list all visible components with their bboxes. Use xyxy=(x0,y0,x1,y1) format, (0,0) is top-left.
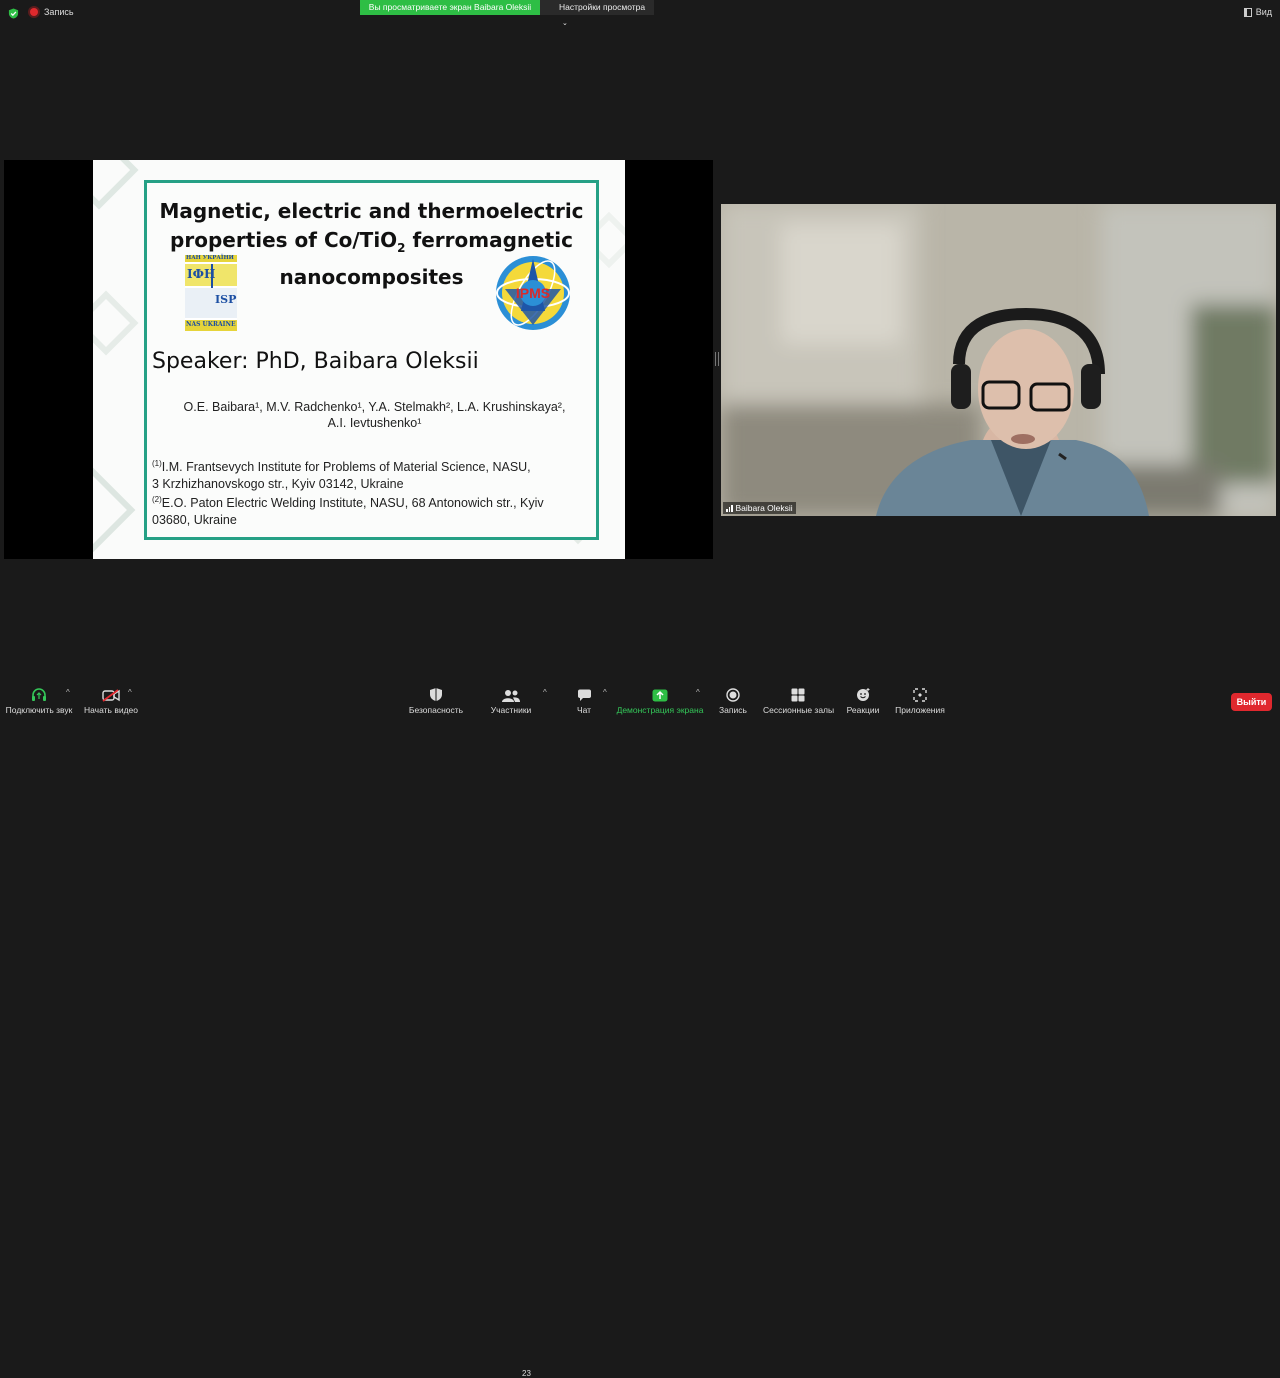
recording-label: Запись xyxy=(44,7,74,17)
affiliation-line: (1)I.M. Frantsevych Institute for Proble… xyxy=(152,456,592,476)
affiliation-text: I.M. Frantsevych Institute for Problems … xyxy=(161,460,531,475)
shared-screen: Magnetic, electric and thermoelectric pr… xyxy=(4,160,713,559)
participants-count-badge: 23 xyxy=(522,1369,531,1378)
breakout-rooms-icon xyxy=(791,688,805,702)
join-audio-button[interactable]: Подключить звук xyxy=(4,680,74,720)
audio-options-caret[interactable]: ^ xyxy=(66,688,70,697)
affiliations: (1)I.M. Frantsevych Institute for Proble… xyxy=(152,456,592,528)
share-screen-label: Демонстрация экрана xyxy=(616,705,704,715)
share-screen-icon xyxy=(652,689,668,702)
title-text: ferromagnetic xyxy=(405,228,573,252)
chat-bubble-icon xyxy=(577,689,591,701)
share-screen-button[interactable]: Демонстрация экрана xyxy=(615,680,705,720)
authors-line: A.I. Ievtushenko¹ xyxy=(327,416,422,430)
affiliation-mark: (1) xyxy=(152,459,162,468)
decor-hexagon xyxy=(93,160,139,210)
logo-text: НАН УКРАЇНИ xyxy=(186,255,234,261)
authors-line: O.E. Baibara¹, M.V. Radchenko¹, Y.A. Ste… xyxy=(183,400,566,414)
decor-hexagon xyxy=(93,467,136,553)
security-button[interactable]: Безопасность xyxy=(405,680,467,720)
title-text: properties of Co/TiO xyxy=(170,228,398,252)
view-settings-label: Настройки просмотра xyxy=(559,2,646,12)
apps-icon xyxy=(913,688,927,702)
participants-icon xyxy=(502,690,520,702)
speaker-line: Speaker: PhD, Baibara Oleksii xyxy=(152,349,479,374)
meeting-toolbar: Подключить звук ^ Начать видео ^ Безопас… xyxy=(0,680,1280,1378)
reactions-label: Реакции xyxy=(846,705,880,715)
view-settings-dropdown[interactable]: Настройки просмотра ⌄ xyxy=(540,0,654,27)
apps-label: Приложения xyxy=(895,705,945,715)
chat-label: Чат xyxy=(576,705,592,715)
screen-share-banner: Вы просматриваете экран Baibara Oleksii xyxy=(360,0,540,15)
affiliation-line: 03680, Ukraine xyxy=(152,512,237,527)
recording-indicator[interactable]: Запись xyxy=(30,7,74,17)
encryption-shield-icon[interactable] xyxy=(8,8,19,19)
decor-hexagon xyxy=(93,290,139,356)
authors: O.E. Baibara¹, M.V. Radchenko¹, Y.A. Ste… xyxy=(167,399,582,431)
smiley-icon xyxy=(856,688,869,701)
participants-options-caret[interactable]: ^ xyxy=(543,688,547,697)
shield-icon xyxy=(430,688,442,701)
reactions-button[interactable]: Реакции xyxy=(844,680,882,720)
record-dot-icon xyxy=(30,8,38,16)
ipms-logo: IPMS xyxy=(493,253,573,333)
participant-name: Baibara Oleksii xyxy=(735,503,793,513)
chevron-down-icon: ⌄ xyxy=(562,20,568,27)
affiliation-text: E.O. Paton Electric Welding Institute, N… xyxy=(161,496,544,511)
leave-meeting-button[interactable]: Выйти xyxy=(1231,693,1272,711)
apps-button[interactable]: Приложения xyxy=(892,680,948,720)
participants-button[interactable]: Участники xyxy=(483,680,539,720)
headphones-icon xyxy=(32,688,46,701)
security-label: Безопасность xyxy=(408,705,464,715)
top-bar: Запись Вы просматриваете экран Baibara O… xyxy=(0,0,1280,27)
participant-video[interactable]: Baibara Oleksii xyxy=(721,204,1276,516)
slide-frame: Magnetic, electric and thermoelectric pr… xyxy=(144,180,599,540)
isp-logo: НАН УКРАЇНИ ІФН ISP NAS UKRAINE xyxy=(185,255,237,331)
logo-text: NAS UKRAINE xyxy=(186,321,236,328)
record-label: Запись xyxy=(719,705,747,715)
join-audio-label: Подключить звук xyxy=(5,705,73,715)
presentation-slide: Magnetic, electric and thermoelectric pr… xyxy=(93,160,625,559)
affiliation-mark: (2) xyxy=(152,495,162,505)
view-button[interactable]: Вид xyxy=(1243,7,1272,17)
chat-options-caret[interactable]: ^ xyxy=(603,688,607,697)
share-options-caret[interactable]: ^ xyxy=(696,688,700,697)
logo-text: ISP xyxy=(215,293,237,306)
affiliation-line: (2)E.O. Paton Electric Welding Institute… xyxy=(152,492,592,512)
video-frame xyxy=(721,204,1276,516)
title-line: Magnetic, electric and thermoelectric xyxy=(159,199,584,223)
start-video-button[interactable]: Начать видео xyxy=(82,680,140,720)
view-layout-icon xyxy=(1243,7,1252,17)
participant-name-label: Baibara Oleksii xyxy=(723,502,796,514)
record-button[interactable]: Запись xyxy=(714,680,752,720)
ipms-logo-text: IPMS xyxy=(515,285,551,301)
video-options-caret[interactable]: ^ xyxy=(128,688,132,697)
view-label: Вид xyxy=(1255,7,1272,17)
affiliation-line: 3 Krzhizhanovskogo str., Kyiv 03142, Ukr… xyxy=(152,476,404,491)
title-subscript: 2 xyxy=(397,241,406,255)
breakout-rooms-label: Сессионные залы xyxy=(763,705,835,715)
participants-label: Участники xyxy=(490,705,532,715)
breakout-rooms-button[interactable]: Сессионные залы xyxy=(763,680,835,720)
start-video-label: Начать видео xyxy=(83,705,138,715)
chat-button[interactable]: Чат xyxy=(568,680,600,720)
video-off-icon xyxy=(102,689,120,702)
panel-resize-handle[interactable] xyxy=(715,352,719,366)
connection-signal-icon xyxy=(726,504,733,512)
record-icon xyxy=(726,688,740,702)
